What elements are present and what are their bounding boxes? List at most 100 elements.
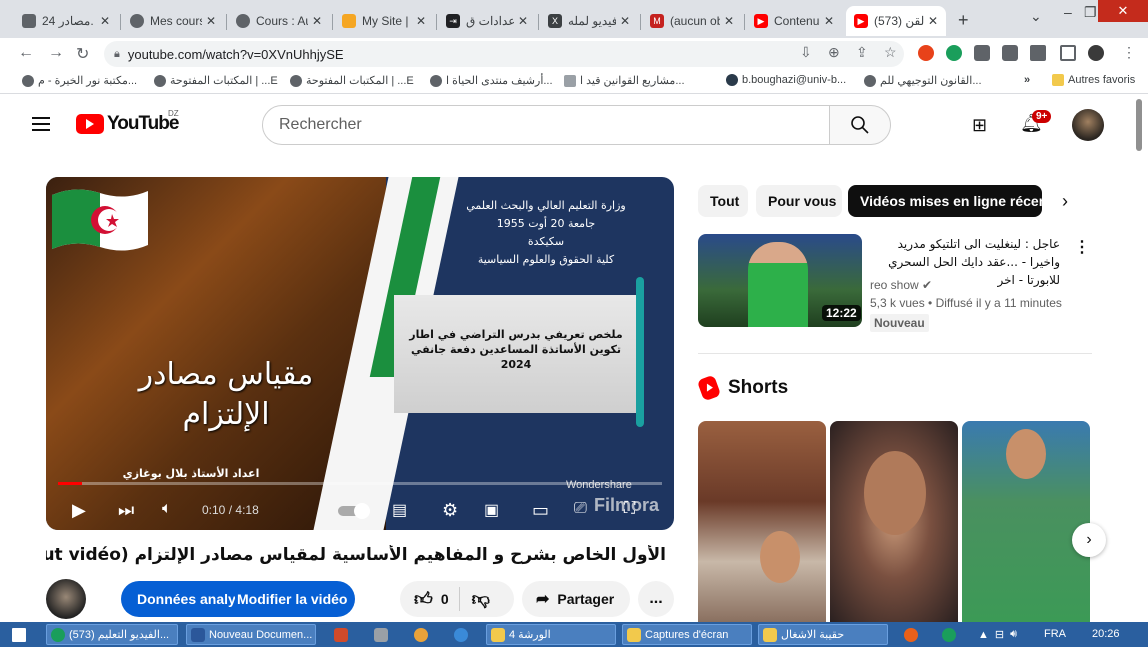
browser-tab[interactable]: M (aucun ob ✕ — [642, 6, 742, 36]
tab-search-icon[interactable]: ⌄ — [1030, 8, 1042, 25]
edit-video-button[interactable]: Modifier la vidéo — [237, 591, 347, 607]
side-panel-icon[interactable] — [1060, 45, 1076, 61]
account-avatar[interactable] — [1072, 109, 1104, 141]
volume-icon[interactable]: 🔈︎ — [162, 500, 172, 518]
bookmark-item[interactable]: المكتبات المفتوحة | ...E — [286, 74, 414, 87]
page-scrollbar[interactable] — [1136, 99, 1142, 151]
bookmark-item[interactable]: أرشيف منتدى الحياة ا... — [426, 74, 553, 87]
share-button[interactable]: ➦ Partager — [522, 581, 630, 617]
video-progress-bar[interactable] — [58, 482, 662, 485]
fullscreen-icon[interactable]: ⛶ — [624, 500, 635, 518]
close-icon[interactable]: ✕ — [518, 14, 528, 28]
search-input[interactable]: Rechercher — [262, 105, 830, 145]
like-button[interactable]: 👍︎ 0 — [400, 587, 460, 611]
dislike-button[interactable]: 👎︎ — [460, 588, 490, 610]
play-button[interactable]: ▶ — [72, 500, 86, 521]
chip-recent-uploads[interactable]: Vidéos mises en ligne récemment — [848, 185, 1042, 217]
back-button[interactable]: ← — [18, 44, 34, 62]
restore-button[interactable]: ❐ — [1084, 4, 1097, 21]
close-icon[interactable]: ✕ — [824, 14, 834, 28]
chevron-right-icon[interactable]: › — [1062, 191, 1068, 212]
bookmark-item[interactable]: مكتبة نور الخيرة - م... — [18, 74, 137, 87]
recommended-channel[interactable]: reo show ✔ — [870, 278, 932, 292]
window-close-button[interactable]: ✕ — [1098, 0, 1148, 22]
bookmark-item[interactable]: b.boughazi@univ-b... — [722, 74, 846, 86]
browser-tab[interactable]: Cours : Au ✕ — [228, 6, 330, 36]
taskbar-item[interactable]: (573) الفيديو التعليم... — [46, 624, 178, 645]
taskbar-pinned-app[interactable] — [370, 624, 392, 645]
analytics-button[interactable]: Données analytiques — [137, 591, 235, 607]
close-icon[interactable]: ✕ — [312, 14, 322, 28]
taskbar-item[interactable]: الورشة 4 — [486, 624, 616, 645]
more-vert-icon[interactable]: ⋮ — [1074, 237, 1090, 257]
browser-tab[interactable]: ▶ Contenu d ✕ — [746, 6, 842, 36]
create-video-icon[interactable]: ⊞ — [972, 115, 987, 136]
taskbar-pinned-app[interactable] — [410, 624, 432, 645]
short-video-card[interactable] — [698, 421, 826, 622]
chip-all[interactable]: Tout — [698, 185, 748, 217]
share-icon[interactable]: ⇪ — [856, 44, 868, 61]
taskbar-pinned-app[interactable] — [450, 624, 472, 645]
close-icon[interactable]: ✕ — [928, 14, 938, 28]
more-actions-button[interactable]: ... — [638, 581, 674, 617]
browser-menu-icon[interactable]: ⋮ — [1122, 44, 1136, 61]
channel-avatar[interactable] — [46, 579, 86, 619]
forward-button[interactable]: → — [48, 44, 64, 62]
extensions-puzzle-icon[interactable] — [1002, 45, 1018, 61]
taskbar-item[interactable]: Nouveau Documen... — [186, 624, 316, 645]
bookmark-item[interactable]: المكتبات المفتوحة | ...E — [150, 74, 278, 87]
taskbar-pinned-app[interactable] — [330, 624, 352, 645]
video-player[interactable]: مقياس مصادر الإلتزام وزارة التعليم العال… — [46, 177, 674, 530]
autoplay-toggle[interactable] — [338, 503, 370, 519]
bookmark-folder-other[interactable]: Autres favoris — [1048, 74, 1135, 86]
bookmark-item[interactable]: القانون التوجيهي للم... — [860, 74, 982, 87]
theater-mode-icon[interactable]: ▭ — [532, 500, 549, 521]
close-icon[interactable]: ✕ — [206, 14, 216, 28]
address-bar[interactable]: 🔒︎ youtube.com/watch?v=0XVnUhhjySE — [104, 41, 904, 67]
close-icon[interactable]: ✕ — [416, 14, 426, 28]
reading-list-icon[interactable] — [1030, 45, 1046, 61]
tray-app[interactable] — [938, 624, 958, 645]
new-tab-button[interactable]: + — [958, 10, 969, 31]
close-icon[interactable]: ✕ — [724, 14, 734, 28]
browser-tab-strip: مصادر 24. ✕ Mes cours ✕ Cours : Au ✕ My … — [0, 0, 1148, 38]
chip-for-you[interactable]: Pour vous — [756, 185, 842, 217]
bookmark-item[interactable]: مشاريع القوانين قيد ا... — [560, 74, 685, 87]
browser-tab-active[interactable]: ▶ (573) القن ✕ — [846, 6, 946, 36]
reload-button[interactable]: ↻ — [76, 44, 89, 64]
language-indicator[interactable]: FRA — [1044, 628, 1066, 640]
settings-gear-icon[interactable]: ⚙ — [442, 500, 458, 521]
profile-avatar[interactable] — [1088, 45, 1104, 61]
close-icon[interactable]: ✕ — [100, 14, 110, 28]
taskbar-item[interactable]: Captures d'écran — [622, 624, 752, 645]
browser-tab[interactable]: مصادر 24. ✕ — [14, 6, 118, 36]
browser-tab[interactable]: My Site | F ✕ — [334, 6, 434, 36]
shorts-next-button[interactable]: › — [1072, 523, 1106, 557]
short-video-card[interactable] — [830, 421, 958, 622]
extension-icon[interactable] — [946, 45, 962, 61]
short-video-card[interactable] — [962, 421, 1090, 622]
extension-opera-icon[interactable] — [918, 45, 934, 61]
search-button[interactable] — [829, 105, 891, 145]
zoom-icon[interactable]: ⊕ — [828, 44, 840, 61]
close-icon[interactable]: ✕ — [620, 14, 630, 28]
subtitles-icon[interactable]: ▤ — [392, 500, 407, 520]
extension-icon[interactable] — [974, 45, 990, 61]
miniplayer-icon[interactable]: ▣ — [484, 500, 499, 520]
bookmark-star-icon[interactable]: ☆ — [884, 44, 897, 61]
minimize-button[interactable]: – — [1064, 4, 1072, 20]
browser-tab[interactable]: X فيديو لمله ✕ — [540, 6, 638, 36]
browser-tab[interactable]: Mes cours ✕ — [122, 6, 224, 36]
browser-tab[interactable]: ⇥ إعدادات ق ✕ — [438, 6, 536, 36]
install-icon[interactable]: ⇩ — [800, 44, 812, 61]
youtube-logo[interactable]: YouTube — [76, 113, 179, 135]
system-clock[interactable]: 20:26 — [1092, 628, 1120, 640]
taskbar-item[interactable]: حقيبة الاشغال — [758, 624, 888, 645]
start-button[interactable] — [8, 624, 38, 645]
tray-app[interactable] — [900, 624, 920, 645]
system-tray-icons[interactable]: ▲ ⊟ 🔊︎ — [974, 624, 1040, 645]
next-button[interactable]: ⏭︎ — [118, 500, 134, 521]
bookmarks-overflow-button[interactable]: » — [1024, 74, 1030, 86]
menu-icon[interactable] — [32, 117, 50, 131]
cast-icon[interactable]: ⎚ — [574, 500, 587, 518]
